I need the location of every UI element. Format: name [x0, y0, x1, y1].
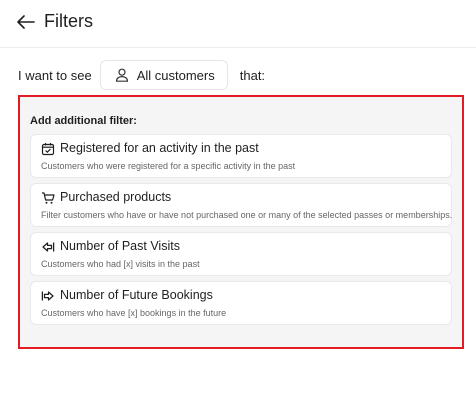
audience-select[interactable]: All customers [99, 60, 228, 90]
filter-card-registered-activity[interactable]: Registered for an activity in the past C… [30, 134, 452, 178]
additional-filter-panel: Add additional filter: Registered for an… [18, 95, 464, 349]
back-button[interactable] [14, 10, 38, 34]
audience-select-value: All customers [136, 67, 215, 83]
future-bookings-icon [41, 289, 55, 303]
past-visits-icon [41, 240, 55, 254]
filter-description: Customers who have [x] bookings in the f… [41, 308, 227, 318]
audience-suffix: that: [239, 67, 266, 83]
page-title: Filters [44, 11, 93, 31]
filter-card-past-visits[interactable]: Number of Past Visits Customers who had … [30, 232, 452, 276]
filter-title: Number of Future Bookings [60, 288, 213, 302]
filter-description: Customers who were registered for a spec… [41, 161, 296, 171]
audience-prefix: I want to see [18, 67, 92, 83]
calendar-check-icon [41, 142, 55, 156]
audience-row: I want to see All customers that: [18, 60, 265, 90]
filter-card-purchased-products[interactable]: Purchased products Filter customers who … [30, 183, 452, 227]
arrow-left-icon [17, 15, 35, 29]
filter-title: Registered for an activity in the past [60, 141, 259, 155]
person-icon [115, 68, 129, 82]
filter-title: Number of Past Visits [60, 239, 180, 253]
panel-title: Add additional filter: [30, 115, 137, 127]
header: Filters [0, 0, 476, 48]
filter-description: Filter customers who have or have not pu… [41, 210, 453, 220]
filter-description: Customers who had [x] visits in the past [41, 259, 200, 269]
cart-icon [41, 191, 55, 205]
filter-title: Purchased products [60, 190, 172, 204]
filter-card-future-bookings[interactable]: Number of Future Bookings Customers who … [30, 281, 452, 325]
